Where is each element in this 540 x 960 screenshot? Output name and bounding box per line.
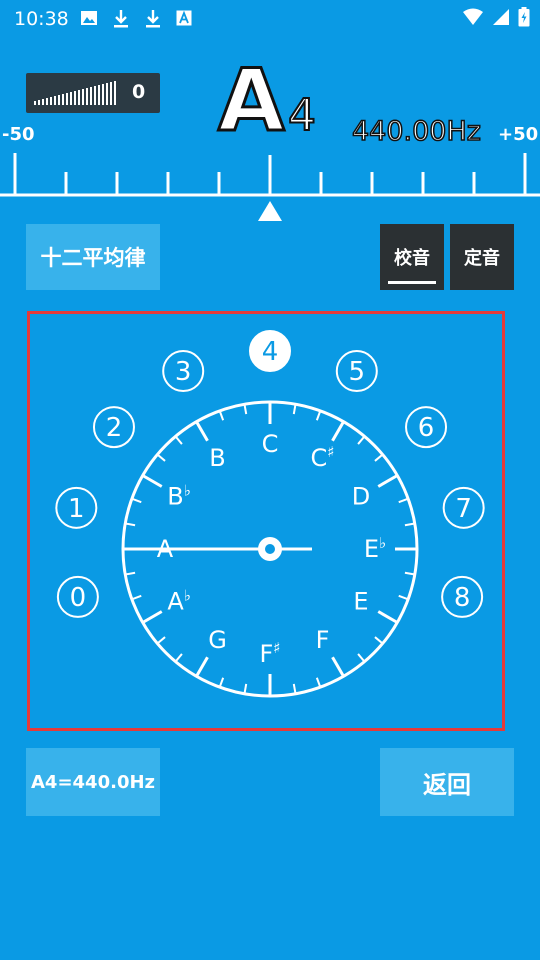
dial-tick bbox=[195, 420, 209, 442]
octave-label: 0 bbox=[70, 583, 87, 613]
note-label[interactable]: B bbox=[209, 444, 225, 472]
dial-tick bbox=[141, 610, 163, 624]
octave-label: 4 bbox=[262, 337, 279, 367]
tab-fixed-pitch[interactable]: 定音 bbox=[450, 224, 514, 290]
tab-active-indicator bbox=[388, 281, 436, 284]
dial-tick bbox=[156, 453, 166, 462]
level-value: 0 bbox=[132, 81, 146, 103]
image-icon bbox=[81, 11, 97, 25]
note-label[interactable]: F♯ bbox=[259, 639, 280, 668]
status-time: 10:38 bbox=[14, 8, 69, 30]
note-label[interactable]: F bbox=[316, 626, 330, 654]
octave-label: 5 bbox=[349, 357, 366, 387]
battery-charging-icon bbox=[518, 7, 530, 27]
dial-tick bbox=[218, 410, 225, 421]
wifi-icon bbox=[463, 8, 483, 25]
octave-label: 2 bbox=[106, 413, 123, 443]
dial-tick bbox=[174, 435, 183, 445]
system-icons bbox=[462, 7, 530, 27]
note-label[interactable]: B♭ bbox=[167, 482, 191, 511]
note-dial-panel: C C♯ D E♭ E F F♯ G A♭ A B♭ B 0 1 2 3 4 5 6 7 8 bbox=[27, 311, 505, 731]
octave-label: 8 bbox=[454, 583, 471, 613]
octave-label: 6 bbox=[418, 413, 435, 443]
dial-tick bbox=[292, 683, 297, 694]
dial-tick bbox=[377, 474, 399, 488]
octave-label: 3 bbox=[175, 357, 192, 387]
dial-tick bbox=[377, 610, 399, 624]
input-level-meter: 0 bbox=[26, 73, 160, 113]
dial-tick bbox=[374, 636, 384, 645]
dial-tick bbox=[243, 683, 248, 694]
download-icon bbox=[114, 10, 128, 28]
dial-tick bbox=[195, 656, 209, 678]
detected-note: A bbox=[217, 51, 287, 151]
temperament-button[interactable]: 十二平均律 bbox=[26, 224, 160, 290]
scale-max-label: +50 bbox=[498, 124, 539, 145]
dial-tick bbox=[292, 404, 297, 415]
reference-pitch-button[interactable]: A4=440.0Hz bbox=[26, 748, 160, 816]
font-a-icon bbox=[176, 10, 192, 26]
dial-tick bbox=[131, 497, 142, 504]
dial-tick bbox=[243, 404, 248, 415]
dial-tick bbox=[398, 497, 409, 504]
dial-tick bbox=[125, 522, 136, 527]
back-button[interactable]: 返回 bbox=[380, 748, 514, 816]
dial-tick bbox=[374, 453, 384, 462]
notification-icons bbox=[80, 9, 192, 29]
note-label[interactable]: E bbox=[353, 588, 368, 616]
signal-icon bbox=[493, 9, 509, 25]
dial-tick bbox=[315, 677, 322, 688]
status-bar: 10:38 bbox=[0, 0, 540, 38]
detected-frequency: 440.00Hz bbox=[351, 116, 481, 147]
note-dial[interactable]: CC♯DE♭EFF♯GA♭AB♭B012345678 bbox=[30, 314, 502, 728]
tab-tune[interactable]: 校音 bbox=[380, 224, 444, 290]
dial-tick bbox=[218, 677, 225, 688]
dial-tick bbox=[357, 435, 366, 445]
note-label[interactable]: C bbox=[262, 430, 279, 458]
note-label[interactable]: G bbox=[208, 626, 227, 654]
dial-tick bbox=[141, 474, 163, 488]
dial-tick bbox=[174, 653, 183, 663]
needle-hub-center bbox=[265, 544, 275, 554]
tab-tune-label: 校音 bbox=[394, 248, 430, 269]
dial-tick bbox=[131, 594, 142, 601]
dial-tick bbox=[357, 653, 366, 663]
dial-tick bbox=[404, 571, 415, 576]
note-label[interactable]: A♭ bbox=[167, 587, 191, 616]
dial-tick bbox=[404, 522, 415, 527]
tab-fixed-label: 定音 bbox=[464, 248, 500, 269]
note-label[interactable]: C♯ bbox=[310, 443, 334, 472]
scale-ticks bbox=[13, 153, 527, 195]
level-bars-icon bbox=[34, 81, 116, 105]
note-label[interactable]: E♭ bbox=[364, 534, 386, 563]
dial-tick bbox=[331, 656, 345, 678]
scale-min-label: -50 bbox=[2, 124, 35, 145]
pitch-indicator-icon bbox=[258, 201, 282, 221]
cents-scale bbox=[0, 153, 540, 221]
dial-tick bbox=[156, 636, 166, 645]
octave-label: 7 bbox=[455, 494, 472, 524]
dial-tick bbox=[331, 420, 345, 442]
dial-tick bbox=[125, 571, 136, 576]
detected-octave: 4 bbox=[287, 90, 317, 141]
dial-tick bbox=[315, 410, 322, 421]
dial-tick bbox=[398, 594, 409, 601]
download-icon bbox=[146, 10, 160, 28]
note-label[interactable]: D bbox=[352, 483, 370, 511]
octave-label: 1 bbox=[68, 494, 85, 524]
